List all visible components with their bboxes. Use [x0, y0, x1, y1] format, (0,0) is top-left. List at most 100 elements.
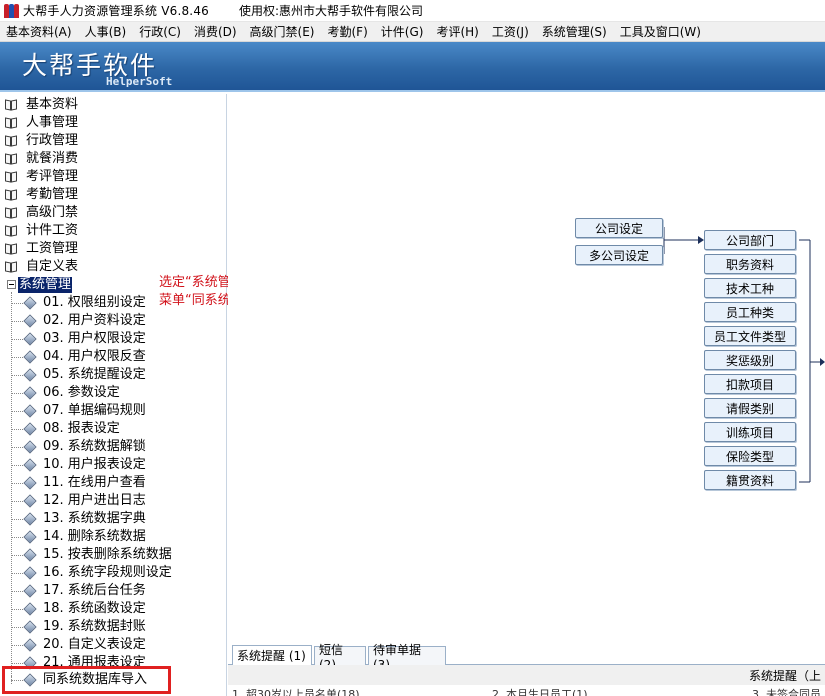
tab-system-reminder[interactable]: 系统提醒 (1): [232, 645, 312, 665]
diamond-icon: [23, 404, 37, 418]
tree-item[interactable]: 01. 权限组别设定: [23, 294, 147, 312]
diamond-icon: [23, 638, 37, 652]
tree-item[interactable]: 18. 系统函数设定: [23, 600, 147, 618]
tree-item-label: 20. 自定义表设定: [43, 637, 146, 652]
menu-system-management[interactable]: 系统管理(S): [536, 22, 614, 42]
tree-item[interactable]: 04. 用户权限反查: [23, 348, 147, 366]
tree-module[interactable]: 人事管理: [0, 114, 79, 132]
reminder-item[interactable]: 1. 超30岁以上员名单(18): [232, 686, 360, 696]
tree-connector: [11, 292, 12, 676]
tree-item[interactable]: 17. 系统后台任务: [23, 582, 147, 600]
flow-target-box[interactable]: 籍贯资料: [704, 470, 796, 490]
collapse-icon[interactable]: [7, 280, 16, 289]
bottom-tab-bar: 系统提醒 (1) 短信 (2) 待审单据 (3): [228, 643, 825, 672]
tree-item[interactable]: 11. 在线用户查看: [23, 474, 147, 492]
menu-salary[interactable]: 工资(J): [486, 22, 536, 42]
diamond-icon: [23, 296, 37, 310]
tree-item[interactable]: 02. 用户资料设定: [23, 312, 147, 330]
tree-item[interactable]: 16. 系统字段规则设定: [23, 564, 173, 582]
tree-connector: [11, 573, 23, 574]
app-logo-icon: [3, 3, 19, 19]
tree-item[interactable]: 13. 系统数据字典: [23, 510, 147, 528]
tree-module[interactable]: 考勤管理: [0, 186, 79, 204]
menu-administration[interactable]: 行政(C): [133, 22, 188, 42]
tree-item[interactable]: 07. 单据编码规则: [23, 402, 147, 420]
tree-item-label: 02. 用户资料设定: [43, 313, 146, 328]
flow-target-box[interactable]: 职务资料: [704, 254, 796, 274]
menu-personnel[interactable]: 人事(B): [79, 22, 134, 42]
tree-connector: [11, 501, 23, 502]
tree-module[interactable]: 高级门禁: [0, 204, 79, 222]
tree-item[interactable]: 05. 系统提醒设定: [23, 366, 147, 384]
flow-target-box[interactable]: 训练项目: [704, 422, 796, 442]
book-icon: [4, 116, 18, 130]
flow-target-box[interactable]: 扣款项目: [704, 374, 796, 394]
tree-module[interactable]: 基本资料: [0, 96, 79, 114]
flow-target-box[interactable]: 员工文件类型: [704, 326, 796, 346]
tree-connector: [11, 483, 23, 484]
tree-connector: [11, 609, 23, 610]
menu-consumption[interactable]: 消费(D): [188, 22, 244, 42]
tree-module-label: 工资管理: [26, 241, 79, 256]
flow-target-box[interactable]: 公司部门: [704, 230, 796, 250]
flow-company-settings[interactable]: 公司设定: [575, 218, 663, 238]
tree-item[interactable]: 12. 用户进出日志: [23, 492, 147, 510]
tree-item-label: 12. 用户进出日志: [43, 493, 146, 508]
menu-attendance[interactable]: 考勤(F): [322, 22, 375, 42]
flow-target-box[interactable]: 奖惩级别: [704, 350, 796, 370]
tree-item[interactable]: 03. 用户权限设定: [23, 330, 147, 348]
tree-connector: [11, 321, 23, 322]
book-icon: [4, 170, 18, 184]
tree-module[interactable]: 考评管理: [0, 168, 79, 186]
tree-item[interactable]: 15. 按表删除系统数据: [23, 546, 173, 564]
book-icon: [4, 260, 18, 274]
tree-connector: [11, 393, 23, 394]
reminder-item[interactable]: 2. 本月生日员工(1): [492, 686, 588, 696]
diamond-icon: [23, 314, 37, 328]
menu-access-control[interactable]: 高级门禁(E): [244, 22, 322, 42]
menu-piecework[interactable]: 计件(G): [375, 22, 431, 42]
flow-target-box[interactable]: 请假类别: [704, 398, 796, 418]
tree-module[interactable]: 自定义表: [0, 258, 79, 276]
tree-module-label: 行政管理: [26, 133, 79, 148]
menu-tools-window[interactable]: 工具及窗口(W): [614, 22, 708, 42]
diamond-icon: [23, 386, 37, 400]
diamond-icon: [23, 494, 37, 508]
tab-sms[interactable]: 短信 (2): [314, 643, 366, 672]
brand-banner: 大帮手软件 HelperSoft: [0, 42, 825, 92]
tree-item-label: 01. 权限组别设定: [43, 295, 146, 310]
tree-item[interactable]: 10. 用户报表设定: [23, 456, 147, 474]
tree-item[interactable]: 08. 报表设定: [23, 420, 121, 438]
tree-connector: [11, 645, 23, 646]
tree-item-label: 11. 在线用户查看: [43, 475, 146, 490]
flow-arrow: [820, 358, 825, 366]
flow-multi-company-settings[interactable]: 多公司设定: [575, 245, 663, 265]
tree-item[interactable]: 20. 自定义表设定: [23, 636, 147, 654]
tree-item-label: 18. 系统函数设定: [43, 601, 146, 616]
tree-module[interactable]: 就餐消费: [0, 150, 79, 168]
menu-evaluation[interactable]: 考评(H): [430, 22, 485, 42]
tree-item[interactable]: 19. 系统数据封账: [23, 618, 147, 636]
tab-pending-documents[interactable]: 待审单据 (3): [368, 643, 446, 672]
tree-item[interactable]: 09. 系统数据解锁: [23, 438, 147, 456]
highlight-box: [2, 666, 171, 694]
tree-connector: [11, 555, 23, 556]
diamond-icon: [23, 602, 37, 616]
flow-target-box[interactable]: 保险类型: [704, 446, 796, 466]
reminder-row[interactable]: 1. 超30岁以上员名单(18) 2. 本月生日员工(1) 3. 未签合同员: [228, 686, 825, 696]
menu-basic-data[interactable]: 基本资料(A): [0, 22, 79, 42]
tree-module[interactable]: 计件工资: [0, 222, 79, 240]
tree-module[interactable]: 工资管理: [0, 240, 79, 258]
reminder-header: 系统提醒（上: [228, 665, 825, 685]
tree-item[interactable]: 06. 参数设定: [23, 384, 121, 402]
tree-item-label: 10. 用户报表设定: [43, 457, 146, 472]
tree-connector: [11, 519, 23, 520]
reminder-item[interactable]: 3. 未签合同员: [752, 686, 821, 696]
flow-target-box[interactable]: 员工种类: [704, 302, 796, 322]
flow-target-box[interactable]: 技术工种: [704, 278, 796, 298]
diamond-icon: [23, 458, 37, 472]
tree-item[interactable]: 14. 删除系统数据: [23, 528, 147, 546]
tree-module[interactable]: 行政管理: [0, 132, 79, 150]
tree-item-label: 13. 系统数据字典: [43, 511, 146, 526]
tree-module-label: 人事管理: [26, 115, 79, 130]
